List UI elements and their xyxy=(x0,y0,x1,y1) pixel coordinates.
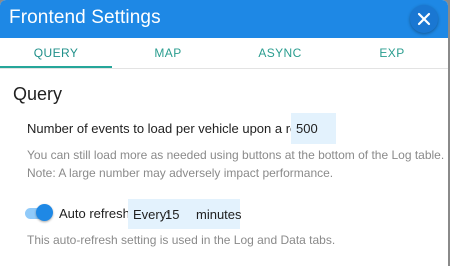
close-button[interactable] xyxy=(410,5,438,33)
active-tab-indicator xyxy=(0,66,112,68)
tab-async[interactable]: ASYNC xyxy=(224,38,336,68)
interval-value[interactable]: 15 xyxy=(165,207,179,222)
section-title: Query xyxy=(13,84,63,104)
tab-map[interactable]: MAP xyxy=(112,38,224,68)
tab-exp[interactable]: EXP xyxy=(336,38,448,68)
auto-refresh-toggle[interactable] xyxy=(23,204,53,222)
dialog-title: Frontend Settings xyxy=(9,7,161,28)
refresh-interval-field[interactable]: Every: 15 minutes xyxy=(128,199,242,229)
frontend-settings-dialog: Frontend Settings QUERY MAP ASYNC EXP Qu… xyxy=(0,0,448,266)
events-hint-line-2: Note: A large number may adversely impac… xyxy=(27,166,334,180)
auto-refresh-label: Auto refresh: xyxy=(59,206,134,221)
close-icon xyxy=(417,12,431,26)
toggle-thumb xyxy=(36,204,53,221)
dialog-titlebar: Frontend Settings xyxy=(0,0,448,38)
events-per-vehicle-input[interactable]: 500 xyxy=(291,113,336,144)
events-per-vehicle-label: Number of events to load per vehicle upo… xyxy=(27,121,330,136)
events-hint-line-1: You can still load more as needed using … xyxy=(27,148,445,162)
auto-refresh-hint: This auto-refresh setting is used in the… xyxy=(27,233,336,247)
tab-query[interactable]: QUERY xyxy=(0,38,112,68)
settings-tabs: QUERY MAP ASYNC EXP xyxy=(0,38,448,69)
interval-unit: minutes xyxy=(196,207,242,222)
